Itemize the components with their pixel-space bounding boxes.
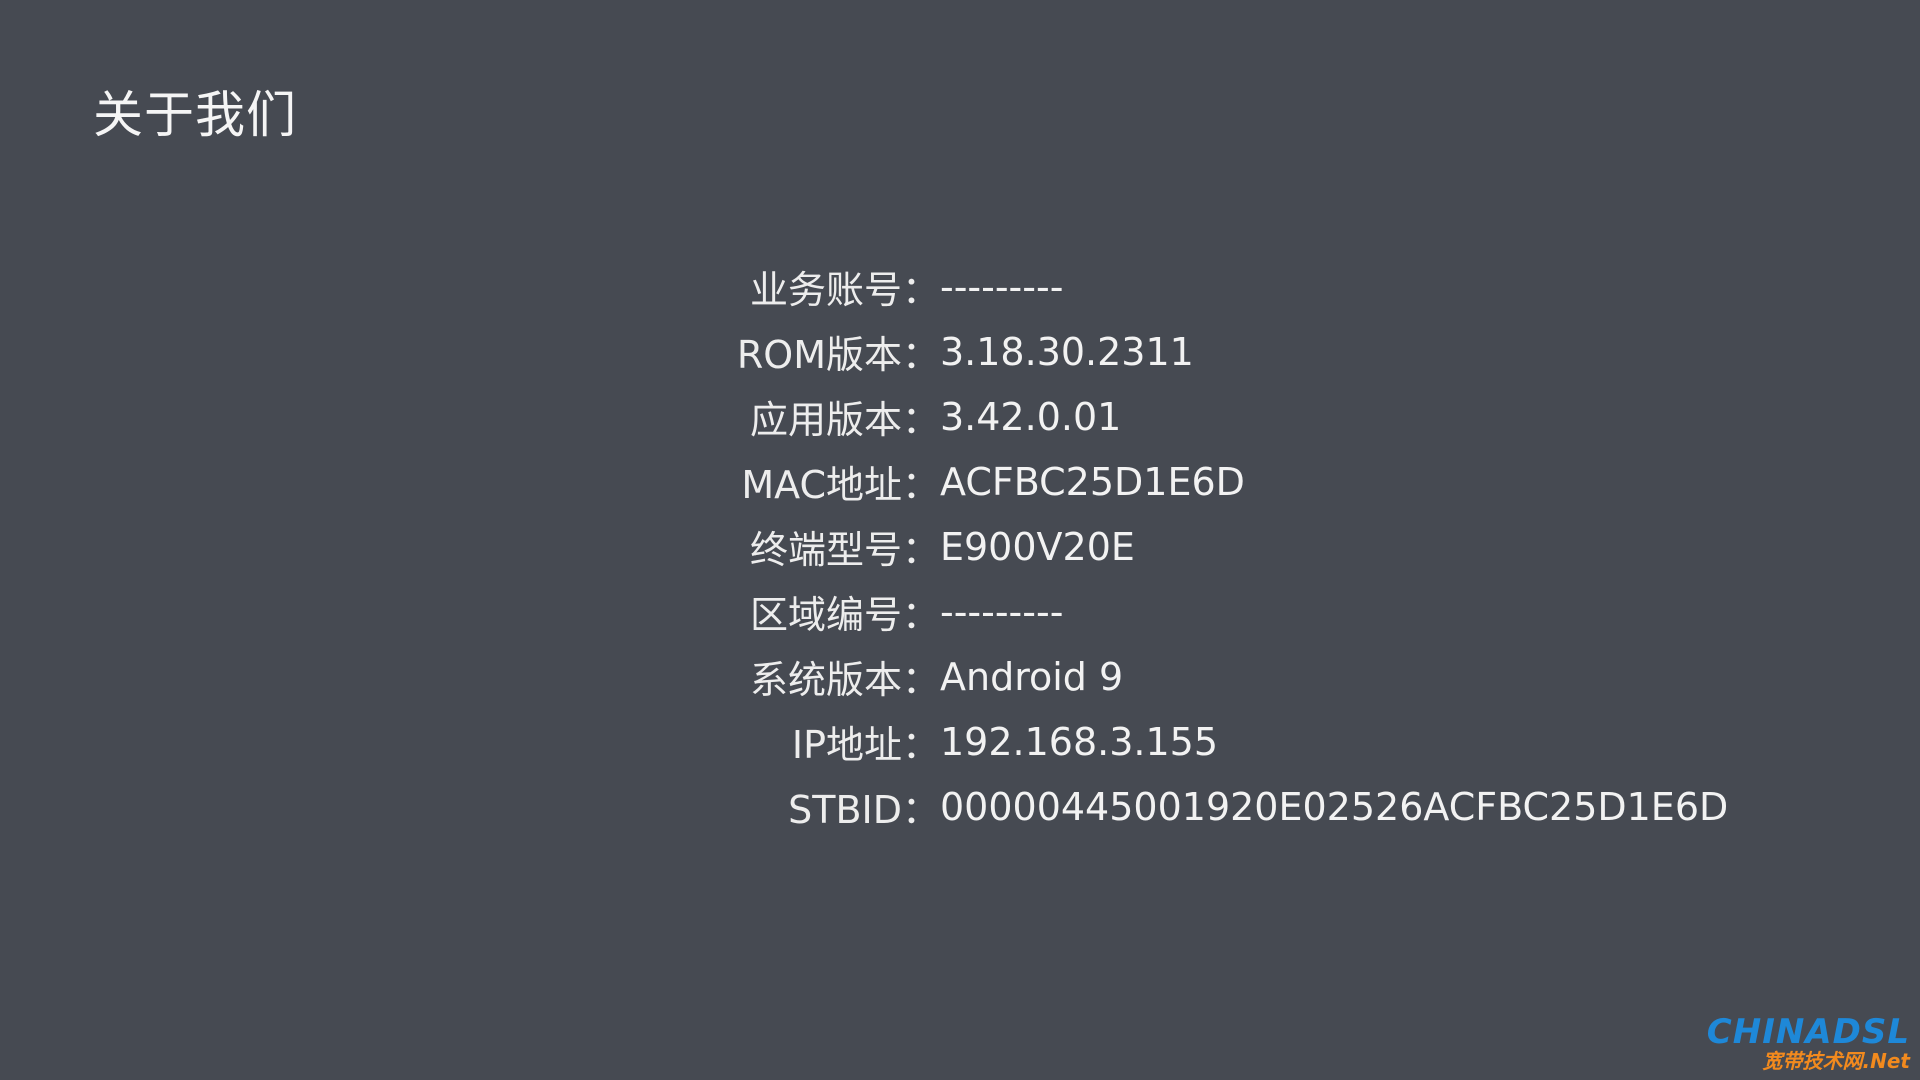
info-value: E900V20E — [940, 524, 1135, 569]
info-value: 00000445001920E02526ACFBC25D1E6D — [940, 784, 1729, 829]
info-row-stbid: STBID： 00000445001920E02526ACFBC25D1E6D — [700, 774, 1860, 839]
device-info-list: 业务账号： --------- ROM版本： 3.18.30.2311 应用版本… — [700, 254, 1860, 839]
info-row-region-code: 区域编号： --------- — [700, 579, 1860, 644]
info-row-app-version: 应用版本： 3.42.0.01 — [700, 384, 1860, 449]
watermark-logo: CHINADSL 宽带技术网.Net — [1707, 1014, 1910, 1072]
info-value: 3.42.0.01 — [940, 394, 1122, 439]
watermark-subtitle: 宽带技术网.Net — [1762, 1049, 1910, 1073]
info-row-device-model: 终端型号： E900V20E — [700, 514, 1860, 579]
info-label: 应用版本： — [749, 398, 940, 442]
info-row-business-account: 业务账号： --------- — [700, 254, 1860, 319]
info-label: ROM版本： — [736, 333, 940, 377]
info-row-mac-address: MAC地址： ACFBC25D1E6D — [700, 449, 1860, 514]
info-label: STBID： — [788, 788, 940, 832]
info-value: 3.18.30.2311 — [940, 329, 1194, 374]
info-label: MAC地址： — [741, 463, 940, 507]
info-label: 系统版本： — [749, 658, 940, 702]
info-value: 192.168.3.155 — [940, 719, 1219, 764]
info-row-rom-version: ROM版本： 3.18.30.2311 — [700, 319, 1860, 384]
info-label: 终端型号： — [749, 528, 940, 572]
info-label: 区域编号： — [749, 593, 940, 637]
info-label: 业务账号： — [749, 268, 940, 312]
info-value: Android 9 — [940, 654, 1124, 699]
watermark-brand: CHINADSL — [1706, 1012, 1910, 1052]
page-title: 关于我们 — [93, 86, 297, 144]
info-value: --------- — [940, 264, 1064, 309]
info-row-ip-address: IP地址： 192.168.3.155 — [700, 709, 1860, 774]
info-value: --------- — [940, 589, 1064, 634]
info-value: ACFBC25D1E6D — [940, 459, 1245, 504]
info-label: IP地址： — [791, 723, 940, 767]
info-row-system-version: 系统版本： Android 9 — [700, 644, 1860, 709]
